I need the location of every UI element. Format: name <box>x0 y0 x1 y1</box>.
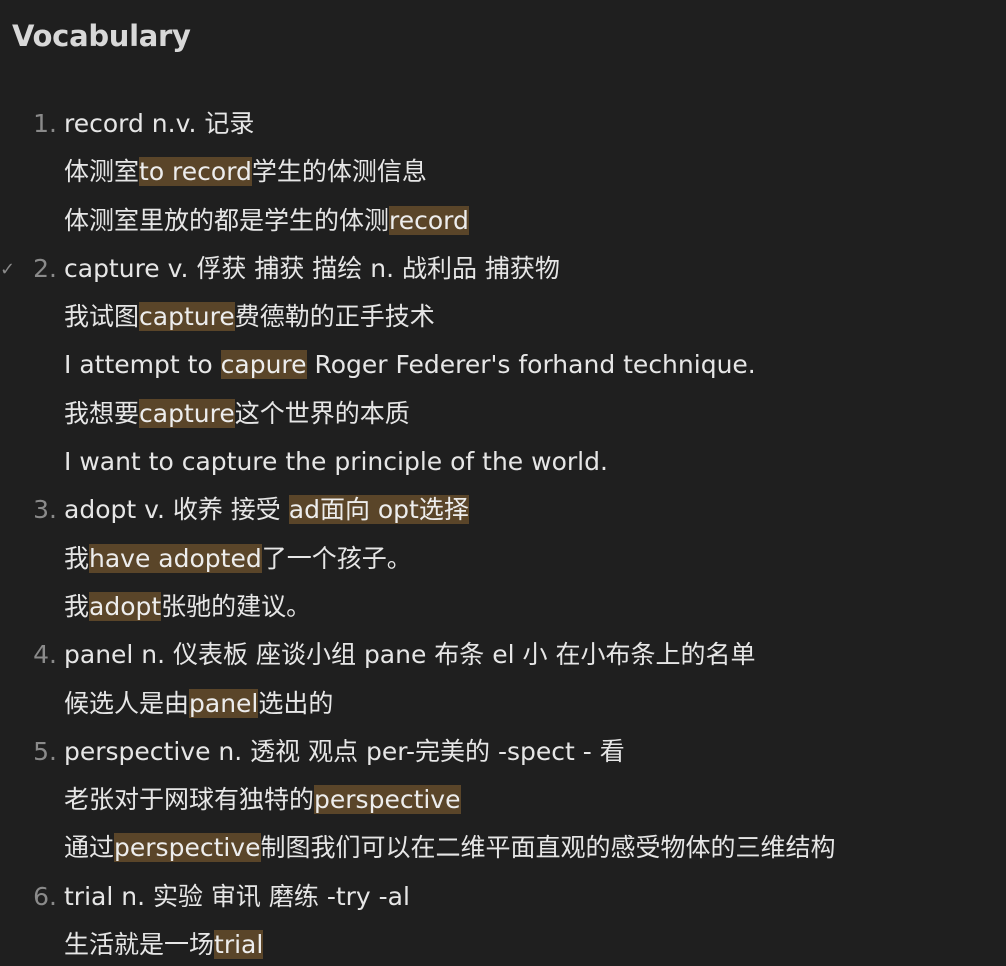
text-segment: Roger Federer's forhand technique. <box>306 350 756 380</box>
list-item-example[interactable]: 体测室to record学生的体测信息 <box>0 148 1006 196</box>
text-segment: 候选人是由 <box>64 688 190 718</box>
text-segment: perspective n. 透视 观点 per-完美的 -spect - 看 <box>64 736 625 766</box>
line-text: perspective n. 透视 观点 per-完美的 -spect - 看 <box>64 728 625 776</box>
list-item[interactable]: 5. perspective n. 透视 观点 per-完美的 -spect - … <box>0 728 1006 776</box>
text-segment: 老张对于网球有独特的 <box>64 785 315 815</box>
text-segment: trial n. 实验 审讯 磨练 -try -al <box>64 881 410 911</box>
line-text: 我adopt张驰的建议。 <box>64 583 311 631</box>
highlighted-text: capture <box>139 302 235 332</box>
text-segment: 体测室里放的都是学生的体测 <box>64 205 390 235</box>
list-number: 6. <box>33 881 57 911</box>
text-segment: record n.v. 记录 <box>64 109 255 138</box>
line-text: 生活就是一场trial <box>64 921 264 966</box>
line-text: adopt v. 收养 接受 ad面向 opt选择 <box>64 486 469 534</box>
highlighted-text: adopt <box>89 591 162 621</box>
text-segment: 选出的 <box>258 688 334 718</box>
list-item-example[interactable]: 老张对于网球有独特的perspective <box>0 776 1006 824</box>
text-segment: adopt v. 收养 接受 <box>64 495 289 525</box>
text-segment: 生活就是一场 <box>64 930 215 960</box>
line-text: I attempt to capure Roger Federer's forh… <box>64 341 756 389</box>
text-segment: 这个世界的本质 <box>234 398 410 428</box>
line-text: I want to capture the principle of the w… <box>64 438 608 486</box>
list-item-example[interactable]: I want to capture the principle of the w… <box>0 438 1006 486</box>
highlighted-text: panel <box>189 688 259 718</box>
text-segment: panel n. 仪表板 座谈小组 pane 布条 el 小 在小布条上的名单 <box>64 640 756 670</box>
highlighted-text: perspective <box>114 833 261 863</box>
highlighted-text: perspective <box>314 785 461 815</box>
line-text: record n.v. 记录 <box>64 100 254 148</box>
text-segment: 我 <box>64 543 90 573</box>
list-item-example[interactable]: I attempt to capure Roger Federer's forh… <box>0 341 1006 389</box>
list-item[interactable]: 1. record n.v. 记录 <box>0 100 1006 148</box>
list-item-example[interactable]: 我试图capture费德勒的正手技术 <box>0 293 1006 341</box>
text-segment: 制图我们可以在二维平面直观的感受物体的三维结构 <box>260 833 836 863</box>
text-segment: 通过 <box>64 833 115 863</box>
text-segment: 体测室 <box>64 157 140 187</box>
line-text: 我试图capture费德勒的正手技术 <box>64 293 435 341</box>
highlighted-text: trial <box>214 930 264 960</box>
list-item[interactable]: 4. panel n. 仪表板 座谈小组 pane 布条 el 小 在小布条上的名… <box>0 631 1006 679</box>
list-number: 2. <box>33 253 57 283</box>
highlighted-text: to record <box>139 157 252 187</box>
text-segment: capture v. 俘获 捕获 描绘 n. 战利品 捕获物 <box>64 253 560 283</box>
text-segment: I want to capture the principle of the w… <box>64 447 608 477</box>
text-segment: 学生的体测信息 <box>251 157 427 187</box>
document-heading: Vocabulary <box>12 19 191 53</box>
list-item-example[interactable]: 体测室里放的都是学生的体测record <box>0 197 1006 245</box>
text-segment: 我试图 <box>64 302 140 332</box>
line-text: 候选人是由panel选出的 <box>64 680 333 728</box>
list-item-example[interactable]: 我想要capture这个世界的本质 <box>0 390 1006 438</box>
line-text: 我想要capture这个世界的本质 <box>64 390 410 438</box>
list-number: 5. <box>33 736 57 766</box>
list-number: 4. <box>33 640 57 670</box>
text-segment: I attempt to <box>64 350 221 380</box>
line-text: 通过perspective制图我们可以在二维平面直观的感受物体的三维结构 <box>64 824 836 872</box>
list-item[interactable]: 3. adopt v. 收养 接受 ad面向 opt选择 <box>0 486 1006 534</box>
line-text: trial n. 实验 审讯 磨练 -try -al <box>64 873 410 921</box>
list-item-example[interactable]: 我adopt张驰的建议。 <box>0 583 1006 631</box>
list-number: 3. <box>33 495 57 525</box>
line-text: 体测室里放的都是学生的体测record <box>64 197 469 245</box>
highlighted-text: capure <box>220 350 307 380</box>
line-text: panel n. 仪表板 座谈小组 pane 布条 el 小 在小布条上的名单 <box>64 631 755 679</box>
line-text: 体测室to record学生的体测信息 <box>64 148 427 196</box>
highlighted-text: record <box>389 205 469 235</box>
list-item-example[interactable]: 候选人是由panel选出的 <box>0 680 1006 728</box>
list-item-example[interactable]: 通过perspective制图我们可以在二维平面直观的感受物体的三维结构 <box>0 824 1006 872</box>
text-segment: 张驰的建议。 <box>161 591 312 621</box>
list-item[interactable]: ✓ 2. capture v. 俘获 捕获 描绘 n. 战利品 捕获物 <box>0 245 1006 293</box>
list-item-example[interactable]: 生活就是一场trial <box>0 921 1006 966</box>
text-segment: 费德勒的正手技术 <box>234 302 435 332</box>
list-item[interactable]: 6. trial n. 实验 审讯 磨练 -try -al <box>0 873 1006 921</box>
text-segment: 我 <box>64 591 90 621</box>
text-segment: 了一个孩子。 <box>261 543 412 573</box>
list-number: 1. <box>33 109 57 138</box>
list-item-example[interactable]: 我have adopted了一个孩子。 <box>0 535 1006 583</box>
vocabulary-list: 1. record n.v. 记录 体测室to record学生的体测信息 体测室里放… <box>0 100 1006 966</box>
highlighted-text: ad面向 opt选择 <box>288 495 469 525</box>
line-text: 老张对于网球有独特的perspective <box>64 776 461 824</box>
text-segment: 我想要 <box>64 398 140 428</box>
line-text: capture v. 俘获 捕获 描绘 n. 战利品 捕获物 <box>64 245 560 293</box>
highlighted-text: capture <box>139 398 235 428</box>
line-text: 我have adopted了一个孩子。 <box>64 535 412 583</box>
highlighted-text: have adopted <box>89 543 262 573</box>
